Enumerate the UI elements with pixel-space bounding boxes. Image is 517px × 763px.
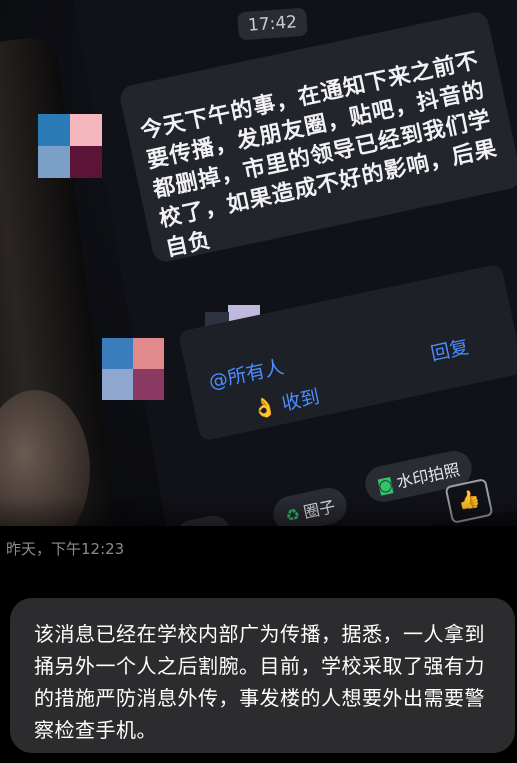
ok-hand-icon: 👌	[250, 394, 279, 422]
text-message: 该消息已经在学校内部广为传播，据悉，一人拿到捅另外一个人之后割腕。目前，学校采取…	[34, 622, 485, 742]
camera-icon: ◙	[375, 474, 395, 496]
pixelated-avatar	[38, 114, 102, 178]
photo-fade	[0, 496, 517, 526]
chat-time: 17:42	[237, 7, 308, 41]
pixelated-avatar	[102, 338, 164, 400]
message-timestamp: 昨天，下午12:23	[6, 540, 125, 558]
attached-photo[interactable]: 17:42 今天下午的事，在通知下来之前不要传播，发朋友圈，贴吧，抖音的都删掉，…	[0, 0, 517, 526]
text-message-bubble[interactable]: 该消息已经在学校内部广为传播，据悉，一人拿到捅另外一个人之后割腕。目前，学校采取…	[10, 598, 515, 753]
